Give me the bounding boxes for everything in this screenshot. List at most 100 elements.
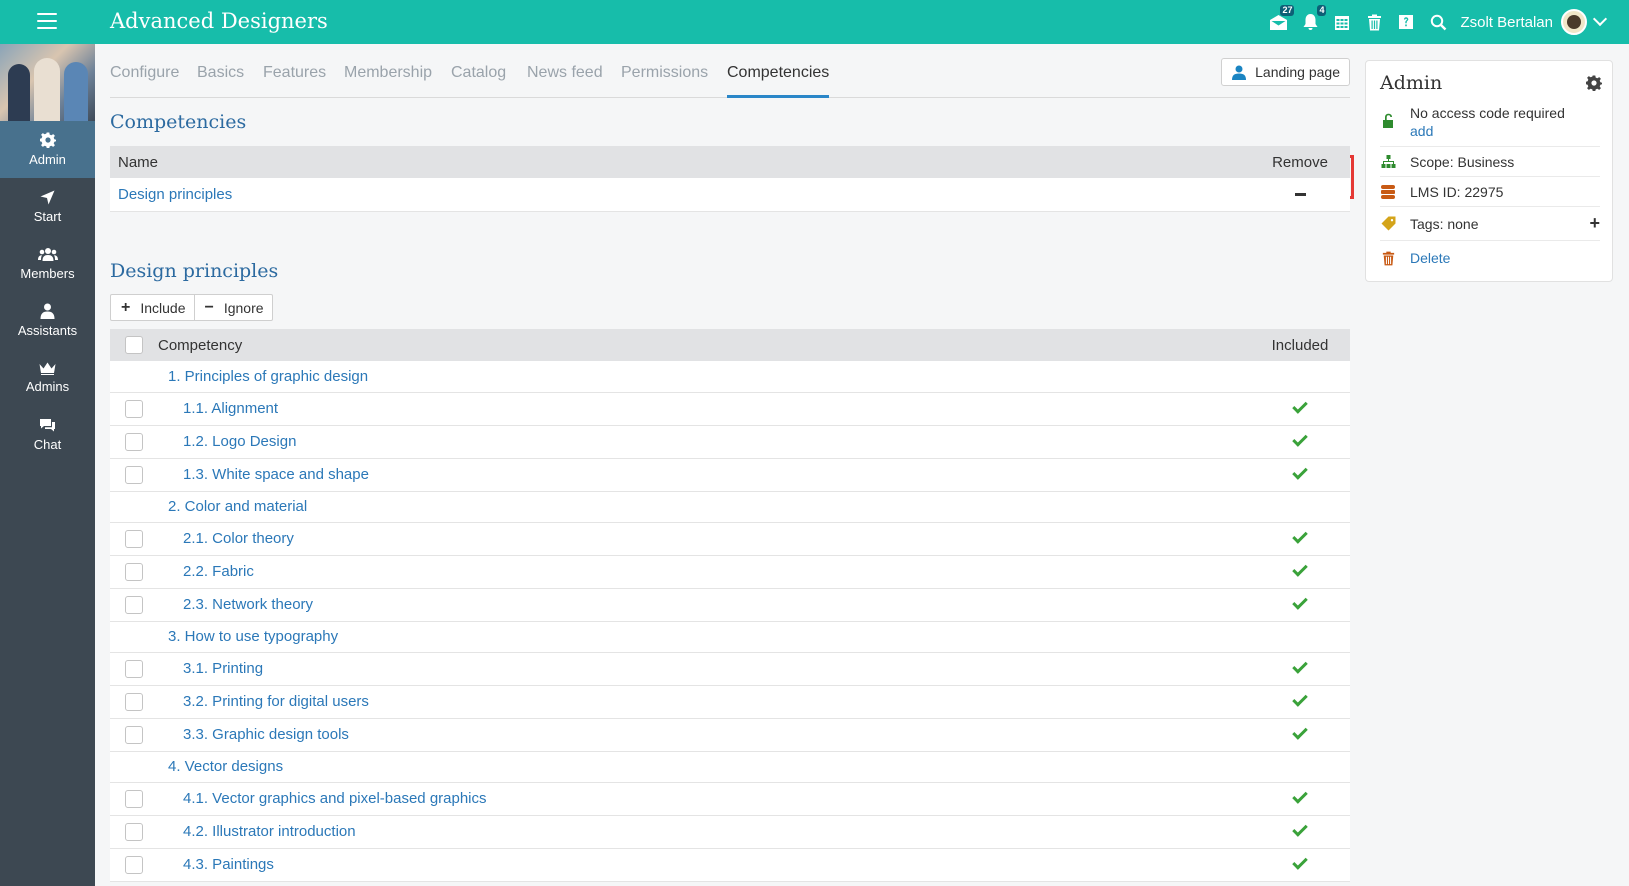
table-header: Name Remove: [110, 146, 1350, 178]
competency-group-row: 3. How to use typography: [110, 621, 1350, 652]
competency-link[interactable]: 2.2. Fabric: [183, 563, 254, 580]
row-checkbox[interactable]: [125, 529, 143, 548]
competency-row: 3.3. Graphic design tools: [110, 718, 1350, 751]
competency-link[interactable]: 1.3. White space and shape: [183, 466, 369, 483]
row-checkbox[interactable]: [125, 399, 143, 418]
gear-icon[interactable]: [1586, 75, 1602, 91]
row-checkbox[interactable]: [125, 855, 143, 874]
tab-configure[interactable]: Configure: [110, 64, 179, 82]
competency-link[interactable]: 3.1. Printing: [183, 660, 263, 677]
row-checkbox[interactable]: [125, 789, 143, 808]
remove-icon[interactable]: [1294, 193, 1306, 197]
sidebar-item-start[interactable]: Start: [0, 178, 95, 235]
members-icon: [37, 247, 58, 261]
competency-row: 2.1. Color theory: [110, 522, 1350, 555]
user-name[interactable]: Zsolt Bertalan: [1460, 14, 1553, 31]
tab-membership[interactable]: Membership: [344, 64, 432, 82]
competency-link[interactable]: 1.1. Alignment: [183, 400, 278, 417]
competency-link[interactable]: 4.2. Illustrator introduction: [183, 823, 356, 840]
competency-link[interactable]: 2.1. Color theory: [183, 530, 294, 547]
competencies-table: Name Remove Design principles: [110, 146, 1350, 212]
sidebar-item-chat[interactable]: Chat: [0, 406, 95, 463]
included-check-icon: [1292, 398, 1308, 414]
trash-icon: [1382, 251, 1394, 265]
chevron-down-icon[interactable]: [1592, 11, 1608, 27]
admin-panel: Admin No access code required add Scope:…: [1365, 60, 1613, 282]
competency-group-link[interactable]: 2. Color and material: [168, 498, 307, 515]
chat-icon: [40, 418, 55, 431]
competency-row: 3.2. Printing for digital users: [110, 685, 1350, 718]
ignore-button[interactable]: − Ignore: [193, 295, 272, 320]
main-content: Configure Basics Features Membership Cat…: [110, 44, 1354, 882]
included-check-icon: [1292, 658, 1308, 674]
row-checkbox[interactable]: [125, 562, 143, 581]
top-bar: Advanced Designers 27 4 Zsolt Bertalan: [0, 0, 1629, 44]
row-checkbox[interactable]: [125, 822, 143, 841]
tab-bar: Configure Basics Features Membership Cat…: [110, 44, 1350, 98]
trash-icon[interactable]: [1358, 0, 1390, 44]
delete-link[interactable]: Delete: [1410, 250, 1450, 266]
tab-competencies[interactable]: Competencies: [727, 64, 830, 98]
select-all-checkbox[interactable]: [125, 336, 143, 355]
tab-news-feed[interactable]: News feed: [527, 64, 603, 82]
access-code-add-link[interactable]: add: [1410, 123, 1565, 139]
competencies-title: Competencies: [110, 111, 247, 133]
row-checkbox[interactable]: [125, 595, 143, 614]
landing-page-label: Landing page: [1255, 64, 1340, 80]
row-checkbox[interactable]: [125, 465, 143, 484]
inbox-icon[interactable]: 27: [1262, 0, 1295, 44]
included-check-icon: [1292, 724, 1308, 740]
included-check-icon: [1292, 691, 1308, 707]
add-tag-icon[interactable]: +: [1589, 213, 1600, 234]
row-checkbox[interactable]: [125, 725, 143, 744]
competency-group-link[interactable]: 3. How to use typography: [168, 628, 338, 645]
competency-link[interactable]: 1.2. Logo Design: [183, 433, 296, 450]
tab-features[interactable]: Features: [263, 64, 326, 82]
competency-link[interactable]: 4.3. Paintings: [183, 856, 274, 873]
competency-group-link[interactable]: 1. Principles of graphic design: [168, 368, 368, 385]
sidebar-item-admin[interactable]: Admin: [0, 121, 95, 178]
tags-text: Tags: none: [1410, 215, 1479, 232]
competency-row: 3.1. Printing: [110, 652, 1350, 685]
scope-text: Scope: Business: [1410, 153, 1515, 170]
search-icon[interactable]: [1422, 0, 1454, 44]
hamburger-menu-icon[interactable]: [37, 13, 57, 31]
calendar-icon[interactable]: [1326, 0, 1358, 44]
ignore-label: Ignore: [223, 299, 264, 316]
user-icon: [1232, 65, 1247, 80]
tab-basics[interactable]: Basics: [197, 64, 244, 82]
include-button[interactable]: + Include: [111, 295, 194, 320]
sidebar-item-label: Members: [20, 265, 75, 281]
competency-link[interactable]: 2.3. Network theory: [183, 596, 313, 613]
col-name: Name: [118, 153, 159, 171]
user-avatar[interactable]: [1561, 9, 1587, 35]
landing-page-button[interactable]: Landing page: [1221, 58, 1350, 86]
row-checkbox[interactable]: [125, 659, 143, 678]
competency-group-link[interactable]: 4. Vector designs: [168, 758, 283, 775]
competency-row: 4.1. Vector graphics and pixel-based gra…: [110, 782, 1350, 815]
admin-panel-title: Admin: [1380, 72, 1443, 94]
group-photo: [0, 44, 95, 121]
sidebar-item-admins[interactable]: Admins: [0, 349, 95, 406]
sidebar-item-assistants[interactable]: Assistants: [0, 292, 95, 349]
sidebar-item-members[interactable]: Members: [0, 235, 95, 292]
competency-group-row: 4. Vector designs: [110, 751, 1350, 782]
competency-link[interactable]: Design principles: [118, 186, 232, 203]
included-check-icon: [1292, 431, 1308, 447]
help-icon[interactable]: [1390, 0, 1422, 44]
notification-badge: 4: [1317, 5, 1327, 16]
col-remove: Remove: [1272, 153, 1328, 171]
sidebar-item-label: Admins: [25, 378, 70, 394]
sidebar-item-label: Admin: [29, 152, 66, 167]
competency-link[interactable]: 4.1. Vector graphics and pixel-based gra…: [183, 790, 487, 807]
competency-link[interactable]: 3.3. Graphic design tools: [183, 726, 349, 743]
tab-permissions[interactable]: Permissions: [621, 64, 708, 82]
competency-row: 1.1. Alignment: [110, 392, 1350, 425]
row-checkbox[interactable]: [125, 692, 143, 711]
tab-catalog[interactable]: Catalog: [451, 64, 506, 82]
row-checkbox[interactable]: [125, 432, 143, 451]
tags-row: Tags: none +: [1380, 207, 1600, 241]
competency-link[interactable]: 3.2. Printing for digital users: [183, 693, 369, 710]
sidebar-item-label: Start: [33, 208, 62, 224]
notification-icon[interactable]: 4: [1294, 0, 1327, 44]
